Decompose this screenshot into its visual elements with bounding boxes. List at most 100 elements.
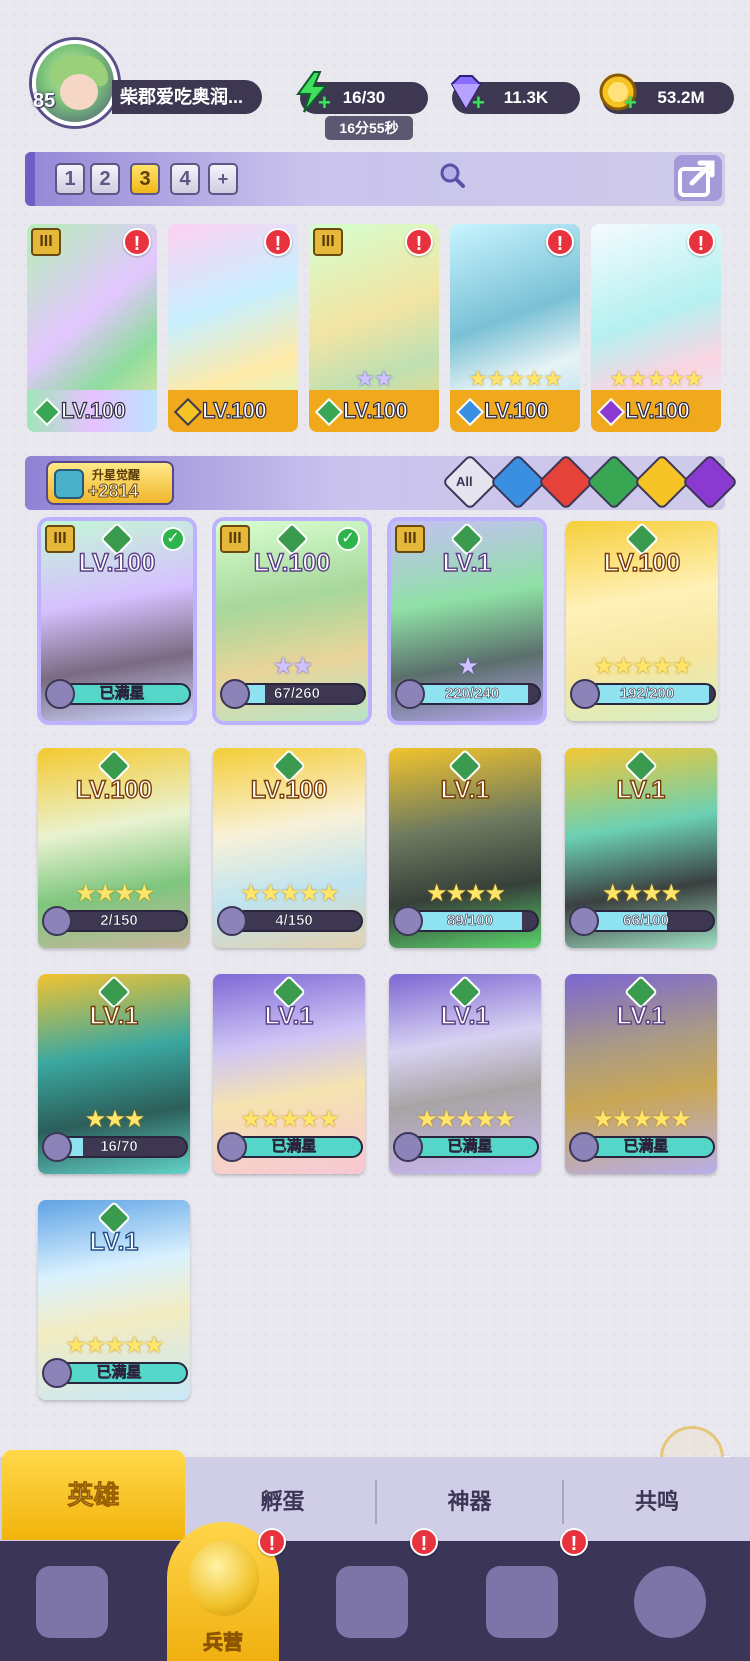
hero-card[interactable]: LV.1 ★★★★ 89/100 [389,748,541,948]
shard-progress-text: 已满星 [271,1138,317,1155]
star-rating: ★★★★★ [240,880,340,907]
share-icon[interactable] [674,155,722,201]
shard-icon [42,906,72,936]
tier-badge: III [313,228,343,256]
shard-icon [220,679,250,709]
hero-level: LV.100 [253,548,331,577]
hero-card[interactable]: III ✓ LV.100 ★★ 67/260 [212,517,372,725]
star-rating: ★★★★★ [416,1106,516,1133]
star-rating: ★★★★★ [592,1106,692,1133]
cards-nav-icon[interactable] [36,1566,108,1638]
gold-plus-icon[interactable]: + [624,90,637,116]
hero-level: LV.1 [442,548,492,577]
shard-progress-text: 已满星 [623,1138,669,1155]
castle-nav-icon[interactable] [486,1566,558,1638]
hero-level: LV.1 [264,1001,314,1030]
hero-level: LV.100 [75,775,153,804]
energy-plus-icon[interactable]: + [318,90,331,116]
hero-card[interactable]: LV.100 ★★★★★ 4/150 [213,748,365,948]
player-avatar[interactable] [32,40,118,126]
shard-icon [217,906,247,936]
star-rating: ★★★★ [425,880,506,907]
hero-level: LV.100 [250,775,328,804]
hero-level: LV.100 [483,397,549,423]
team-hero-card-4[interactable]: ! ★★★★★ LV.100 [450,224,580,432]
team-hero-card-1[interactable]: III ! LV.100 [27,224,157,432]
avatar-face [60,74,98,110]
hero-card[interactable]: LV.1 ★★★★★ 已满星 [565,974,717,1174]
shard-icon [569,906,599,936]
nature-element-icon [33,398,61,426]
tab-resonance[interactable]: 共鸣 [564,1467,750,1537]
shard-icon [393,1132,423,1162]
hero-card[interactable]: LV.100 ★★★★ 2/150 [38,748,190,948]
energy-timer: 16分55秒 [325,116,413,140]
shard-icon [570,679,600,709]
filter-all-label: All [456,474,473,489]
barracks-nav-icon [189,1540,259,1616]
team-hero-card-2[interactable]: ! LV.100 [168,224,298,432]
star-rating: ★★★★ [601,880,682,907]
nature-element-icon [315,398,343,426]
hero-level: LV.1 [440,775,490,804]
shard-icon [42,1132,72,1162]
hero-level: LV.1 [616,1001,666,1030]
star-rating: ★ [457,653,479,680]
hero-level: LV.100 [603,548,681,577]
team-hero-card-3[interactable]: III ! ★★ LV.100 [309,224,439,432]
key-icon [54,469,84,499]
shard-progress-text: 已满星 [447,1138,493,1155]
team-bar-accent [25,152,35,206]
star-rating: ★★★★★ [240,1106,340,1133]
dark-element-icon [597,398,625,426]
hero-card[interactable]: LV.1 ★★★★★ 已满星 [38,1200,190,1400]
nav-barracks-label: 兵营 [203,1632,244,1655]
team-slot-3[interactable]: 3 [130,163,160,195]
shard-progress-text: 67/260 [274,685,320,702]
player-level: 85 [33,90,56,112]
awaken-button[interactable]: 升星觉醒 +2814 [46,461,174,505]
hero-card[interactable]: III LV.1 ★ 220/240 [387,517,547,725]
star-rating: ★★ [272,653,313,680]
star-rating: ★★★★★ [65,1332,165,1359]
tab-artifacts[interactable]: 神器 [377,1467,562,1537]
water-element-icon [456,398,484,426]
hero-level: LV.100 [342,397,408,423]
team-hero-card-5[interactable]: ! ★★★★★ LV.100 [591,224,721,432]
hero-card[interactable]: LV.1 ★★★★ 66/100 [565,748,717,948]
header: 85 柴郡爱吃奥润... 16/30 + 16分55秒 11.3K + 53.2… [0,0,750,150]
shard-progress-text: 192/200 [619,685,675,702]
star-rating: ★★★★★ [593,653,693,680]
star-rating: ★★★★ [74,880,155,907]
hero-level: LV.1 [440,1001,490,1030]
hero-card[interactable]: LV.100 ★★★★★ 192/200 [566,521,718,721]
shard-icon [395,679,425,709]
check-icon: ✓ [161,527,185,551]
team-slot-1[interactable]: 1 [55,163,85,195]
alert-badge: ! [123,228,151,256]
shard-progress-text: 2/150 [100,912,138,929]
star-rating: ★★★★★ [468,366,563,391]
hero-level: LV.100 [624,397,690,423]
awaken-value: +2814 [88,481,140,502]
alert-badge: ! [410,1528,438,1556]
team-slot-4[interactable]: 4 [170,163,200,195]
search-icon[interactable] [437,160,467,190]
team-slot-add[interactable]: + [208,163,238,195]
alert-badge: ! [405,228,433,256]
tab-heroes[interactable]: 英雄 [2,1450,185,1540]
star-rating: ★★ [355,366,393,391]
hero-card[interactable]: LV.1 ★★★★★ 已满星 [389,974,541,1174]
hero-card[interactable]: III ✓ LV.100 已满星 [37,517,197,725]
hero-card[interactable]: LV.1 ★★★★★ 已满星 [213,974,365,1174]
mushroom-nav-icon[interactable] [634,1566,706,1638]
hero-level: LV.100 [201,397,267,423]
shard-icon [45,679,75,709]
player-name[interactable]: 柴郡爱吃奥润... [112,80,262,114]
hero-card[interactable]: LV.1 ★★★ 16/70 [38,974,190,1174]
gems-plus-icon[interactable]: + [472,90,485,116]
map-nav-icon[interactable] [336,1566,408,1638]
hero-level: LV.100 [78,548,156,577]
team-slot-2[interactable]: 2 [90,163,120,195]
alert-badge: ! [560,1528,588,1556]
